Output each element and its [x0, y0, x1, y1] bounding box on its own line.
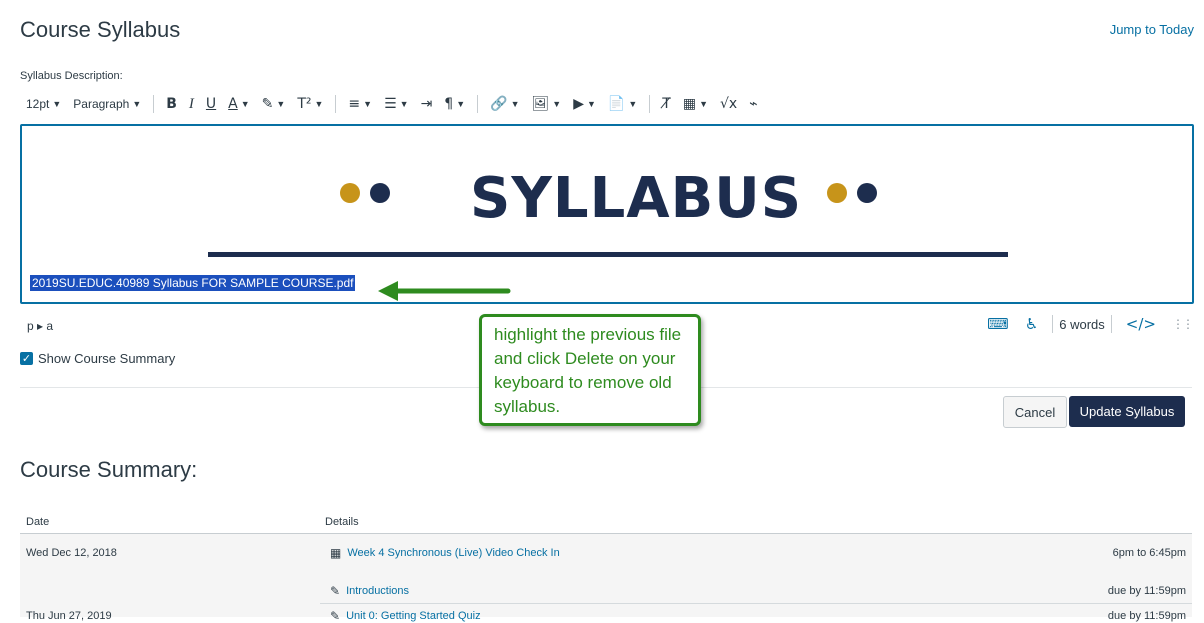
event-title: Introductions [346, 585, 410, 597]
update-syllabus-button[interactable]: Update Syllabus [1069, 396, 1185, 427]
status-divider [1110, 315, 1112, 333]
editor-status-bar: ⌨ ♿ 6 words </> ⋮⋮ [979, 315, 1194, 333]
page-title: Course Syllabus [20, 17, 181, 42]
event-date: Thu Jun 27, 2019 [26, 610, 112, 622]
quiz-icon: ✎ [330, 609, 341, 623]
arrow-icon [378, 281, 511, 301]
chevron-down-icon: ▼ [399, 99, 409, 109]
table-icon: ▦ [682, 96, 697, 112]
keyboard-icon[interactable]: ⌨ [987, 315, 1009, 333]
event-time: due by 11:59pm [1107, 610, 1186, 622]
underline-button[interactable]: U [200, 92, 222, 116]
table-row: ✎ Introductions due by 11:59pm Thu Jun 2… [20, 572, 1192, 623]
media-icon: ▶ [573, 96, 584, 112]
embed-button[interactable]: ⌁ [743, 92, 763, 116]
toolbar-divider [649, 95, 651, 113]
rich-text-toolbar: 12pt ▼ Paragraph ▼ B I U A ▼ ✎ ▼ T² ▼ ≡ ▼ ☰ ▼ ⇥… [20, 90, 1190, 118]
status-divider [1052, 315, 1054, 333]
text-direction-button[interactable]: ¶ ▼ [438, 92, 471, 116]
indent-button[interactable]: ⇥ [415, 92, 439, 116]
calendar-icon: ▦ [330, 546, 342, 560]
align-button[interactable]: ≡ ▼ [342, 92, 378, 116]
table-row: Wed Dec 12, 2018 ▦ Week 4 Synchronous (L… [20, 533, 1192, 573]
chevron-down-icon: ▼ [276, 99, 286, 109]
jump-to-today-link[interactable]: Jump to Today [1110, 22, 1194, 37]
show-summary-label: Show Course Summary [38, 351, 176, 366]
toolbar-divider [477, 95, 479, 113]
paragraph-icon: ¶ [444, 96, 454, 112]
bold-button[interactable]: B [160, 92, 183, 116]
list-button[interactable]: ☰ ▼ [378, 92, 414, 116]
syllabus-description-label: Syllabus Description: [20, 70, 123, 82]
equation-button[interactable]: √x [714, 92, 743, 116]
element-path: p ▸ a [27, 319, 54, 333]
event-time: due by 11:59pm [1107, 585, 1186, 597]
decorative-dot [827, 183, 847, 203]
highlight-color-button[interactable]: ✎ ▼ [256, 92, 292, 116]
image-icon: 🖼 [531, 96, 550, 112]
event-link[interactable]: ▦ Week 4 Synchronous (Live) Video Check … [330, 546, 560, 560]
list-icon: ☰ [384, 96, 397, 112]
decorative-dot [370, 183, 390, 203]
chevron-down-icon: ▼ [456, 99, 466, 109]
syllabus-editor[interactable]: SYLLABUS 2019SU.EDUC.40989 Syllabus FOR … [20, 124, 1194, 304]
chevron-down-icon: ▼ [314, 99, 324, 109]
html-editor-toggle[interactable]: </> [1126, 315, 1156, 333]
accessibility-icon[interactable]: ♿ [1025, 315, 1038, 333]
column-header-details: Details [325, 516, 359, 528]
block-format-value: Paragraph [73, 97, 130, 111]
link-icon: 🔗 [490, 96, 508, 112]
show-summary-checkbox[interactable]: ✓ [20, 352, 33, 365]
event-link[interactable]: ✎ Unit 0: Getting Started Quiz [330, 609, 481, 623]
chevron-down-icon: ▼ [363, 99, 373, 109]
chevron-down-icon: ▼ [552, 99, 562, 109]
show-course-summary-row[interactable]: ✓ Show Course Summary [20, 351, 175, 366]
clear-formatting-button[interactable]: T̸ [656, 92, 677, 116]
chevron-down-icon: ▼ [52, 99, 62, 109]
cancel-button[interactable]: Cancel [1003, 396, 1067, 428]
chevron-down-icon: ▼ [240, 99, 250, 109]
instruction-callout: highlight the previous file and click De… [479, 314, 701, 426]
text-color-icon: A [228, 96, 238, 112]
align-icon: ≡ [348, 96, 361, 112]
superscript-icon: T² [297, 96, 312, 112]
chevron-down-icon: ▼ [132, 99, 142, 109]
chevron-down-icon: ▼ [510, 99, 520, 109]
toolbar-divider [335, 95, 337, 113]
word-count: 6 words [1059, 316, 1105, 332]
decorative-dot [857, 183, 877, 203]
event-time: 6pm to 6:45pm [1112, 547, 1186, 559]
superscript-button[interactable]: T² ▼ [291, 92, 329, 116]
decorative-dot [340, 183, 360, 203]
assignment-icon: ✎ [330, 584, 341, 598]
document-button[interactable]: 📄 ▼ [602, 92, 643, 116]
chevron-down-icon: ▼ [699, 99, 708, 109]
font-size-value: 12pt [26, 97, 50, 111]
row-divider [320, 603, 1192, 604]
document-icon: 📄 [607, 96, 626, 112]
block-format-dropdown[interactable]: Paragraph ▼ [67, 92, 147, 116]
italic-button[interactable]: I [183, 92, 200, 116]
course-summary-title: Course Summary: [20, 457, 198, 482]
text-color-button[interactable]: A ▼ [222, 92, 256, 116]
resize-handle-icon[interactable]: ⋮⋮ [1172, 317, 1194, 331]
toolbar-divider [153, 95, 155, 113]
banner-divider [208, 252, 1008, 257]
event-title: Unit 0: Getting Started Quiz [346, 610, 481, 622]
link-button[interactable]: 🔗 ▼ [484, 92, 525, 116]
font-size-dropdown[interactable]: 12pt ▼ [20, 92, 67, 116]
image-button[interactable]: 🖼 ▼ [526, 92, 568, 116]
event-title: Week 4 Synchronous (Live) Video Check In [347, 547, 560, 559]
event-date: Wed Dec 12, 2018 [26, 547, 117, 559]
media-button[interactable]: ▶ ▼ [567, 92, 602, 116]
column-header-date: Date [26, 516, 50, 528]
chevron-down-icon: ▼ [586, 99, 596, 109]
table-button[interactable]: ▦ ▼ [677, 92, 714, 116]
chevron-down-icon: ▼ [628, 99, 638, 109]
syllabus-banner-title: SYLLABUS [470, 166, 803, 231]
highlight-icon: ✎ [261, 96, 274, 112]
syllabus-file-link[interactable]: 2019SU.EDUC.40989 Syllabus FOR SAMPLE CO… [30, 275, 356, 291]
event-link[interactable]: ✎ Introductions [330, 584, 409, 598]
